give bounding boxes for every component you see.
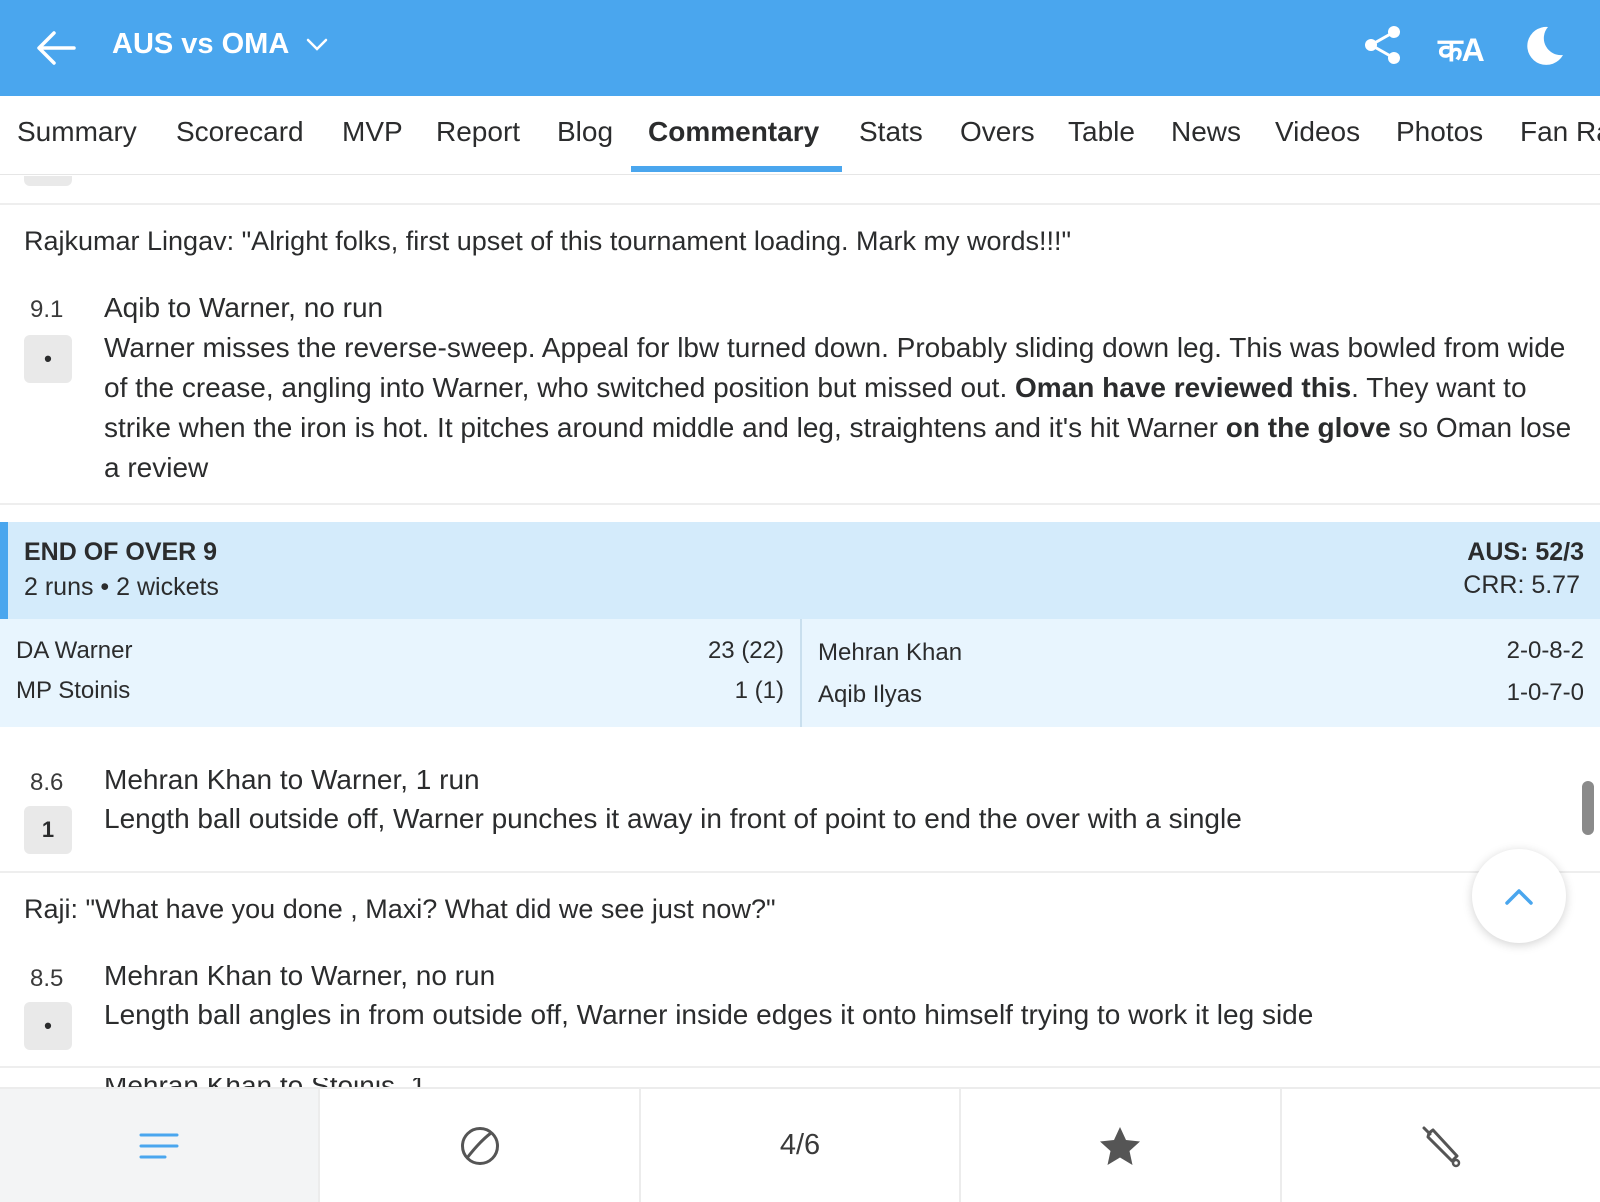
tab-table[interactable]: Table bbox=[1068, 116, 1135, 148]
match-selector[interactable]: AUS vs OMA bbox=[112, 28, 329, 61]
chevron-up-icon bbox=[1505, 889, 1533, 905]
fan-comment: Raji: "What have you done , Maxi? What d… bbox=[24, 894, 776, 924]
ball-badge-partial bbox=[24, 176, 72, 186]
ball-over-number: 8.5 bbox=[30, 965, 64, 992]
end-of-over-summary: END OF OVER 9 2 runs • 2 wickets AUS: 52… bbox=[0, 522, 1600, 619]
divider bbox=[0, 1066, 1600, 1068]
batter-name: MP Stoinis bbox=[16, 677, 131, 704]
cricket-ball-icon bbox=[460, 1126, 499, 1165]
bowler-figures: 2-0-8-2 bbox=[1506, 637, 1584, 664]
batter-name: DA Warner bbox=[16, 637, 133, 664]
tab-blog[interactable]: Blog bbox=[557, 116, 613, 148]
ball-result-badge: 1 bbox=[24, 806, 72, 854]
star-icon bbox=[1100, 1126, 1141, 1165]
ball-over-number: 8.6 bbox=[30, 769, 64, 796]
divider bbox=[0, 503, 1600, 505]
fan-comment: Rajkumar Lingav: "Alright folks, first u… bbox=[24, 226, 1072, 256]
back-arrow-icon[interactable] bbox=[34, 26, 78, 70]
bowler-figures: 1-0-7-0 bbox=[1506, 679, 1584, 706]
team-score: AUS: 52/3 bbox=[1467, 538, 1584, 566]
ball-description: Length ball outside off, Warner punches … bbox=[104, 803, 1242, 834]
dark-mode-moon-icon[interactable] bbox=[1522, 24, 1570, 72]
tab-mvp[interactable]: MVP bbox=[342, 116, 403, 148]
language-toggle-icon[interactable]: कA bbox=[1438, 28, 1485, 71]
ball-by-ball-button[interactable] bbox=[320, 1089, 641, 1202]
end-of-over-title: END OF OVER 9 bbox=[24, 538, 218, 566]
share-icon[interactable] bbox=[1362, 24, 1410, 72]
ball-title: Aqib to Warner, no run bbox=[104, 292, 384, 323]
tab-overs[interactable]: Overs bbox=[960, 116, 1035, 148]
desc-highlight: on the glove bbox=[1225, 412, 1391, 443]
batting-button[interactable] bbox=[1282, 1089, 1600, 1202]
divider bbox=[0, 203, 1600, 205]
bowler-name: Aqib Ilyas bbox=[818, 681, 923, 708]
tab-summary[interactable]: Summary bbox=[17, 116, 137, 148]
desc-highlight: Oman have reviewed this bbox=[1015, 372, 1352, 403]
tab-bar: Summary Scorecard MVP Report Blog Commen… bbox=[0, 96, 1600, 175]
ball-over-number: 9.1 bbox=[30, 296, 64, 323]
scrollbar-thumb[interactable] bbox=[1582, 781, 1594, 835]
ball-title: Mehran Khan to Warner, no run bbox=[104, 960, 496, 991]
menu-lines-icon bbox=[139, 1133, 179, 1158]
page-indicator-button[interactable]: 4/6 bbox=[641, 1089, 962, 1202]
bottom-navigation: 4/6 bbox=[0, 1087, 1600, 1202]
active-tab-indicator bbox=[631, 166, 842, 172]
ball-result-badge: • bbox=[24, 335, 72, 383]
commentary-menu-button[interactable] bbox=[0, 1089, 321, 1202]
ball-title: Mehran Khan to Warner, 1 run bbox=[104, 764, 480, 795]
batter-score: 23 (22) bbox=[707, 637, 784, 664]
chevron-down-icon bbox=[307, 38, 328, 51]
scroll-to-top-button[interactable] bbox=[1472, 849, 1566, 943]
tab-commentary[interactable]: Commentary bbox=[648, 116, 819, 148]
tab-scorecard[interactable]: Scorecard bbox=[176, 116, 304, 148]
ball-result-badge: • bbox=[24, 1002, 72, 1050]
current-run-rate: CRR: 5.77 bbox=[1463, 571, 1580, 599]
ball-description: Warner misses the reverse-sweep. Appeal … bbox=[104, 328, 1574, 488]
end-of-over-runs-wickets: 2 runs • 2 wickets bbox=[24, 573, 219, 601]
tab-report[interactable]: Report bbox=[436, 116, 520, 148]
app-bar: AUS vs OMA कA bbox=[0, 0, 1600, 96]
batter-score: 1 (1) bbox=[734, 677, 784, 704]
divider bbox=[0, 871, 1600, 873]
match-title: AUS vs OMA bbox=[112, 28, 290, 60]
tab-stats[interactable]: Stats bbox=[859, 116, 923, 148]
tab-news[interactable]: News bbox=[1171, 116, 1241, 148]
highlights-button[interactable] bbox=[961, 1089, 1282, 1202]
end-of-over-players: DA Warner 23 (22) MP Stoinis 1 (1) Mehra… bbox=[0, 619, 1600, 727]
divider bbox=[800, 619, 802, 727]
bowler-name: Mehran Khan bbox=[818, 639, 963, 666]
ball-description: Length ball angles in from outside off, … bbox=[104, 999, 1314, 1030]
page-indicator: 4/6 bbox=[779, 1129, 821, 1161]
tab-videos[interactable]: Videos bbox=[1275, 116, 1360, 148]
tab-photos[interactable]: Photos bbox=[1396, 116, 1483, 148]
cricket-bat-icon bbox=[1422, 1126, 1461, 1167]
tab-fan-ratings[interactable]: Fan Ra bbox=[1520, 116, 1600, 148]
